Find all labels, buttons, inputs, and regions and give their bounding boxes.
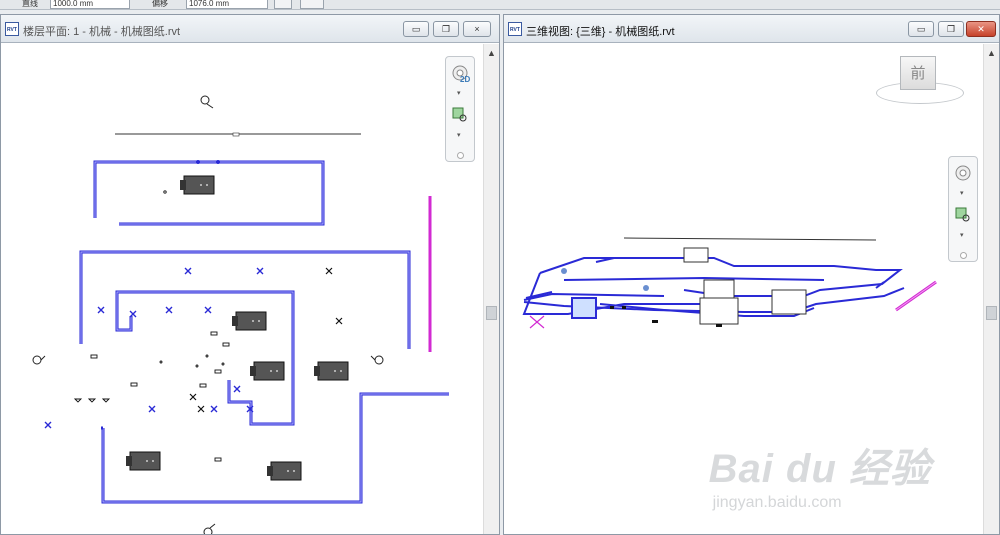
duct-run-lower xyxy=(101,392,449,504)
scroll-up-arrow-icon[interactable]: ▲ xyxy=(984,46,999,60)
floor-plan-drawing xyxy=(32,95,449,534)
rvt-file-icon: RVT xyxy=(508,22,522,36)
equipment-unit-3 xyxy=(250,361,285,381)
chevron-down-icon[interactable]: ▾ xyxy=(457,131,461,139)
equipment-unit-2 xyxy=(232,311,267,331)
navbar-options-dot[interactable] xyxy=(457,152,464,159)
length-field[interactable]: 1000.0 mm xyxy=(50,0,130,9)
3d-view-window[interactable]: RVT 三维视图: {三维} - 机械图纸.rvt ▭ ❐ ✕ 前 ▾ ▾ Ba… xyxy=(503,14,1000,535)
3d-view-canvas[interactable]: 前 ▾ ▾ Bai du 经验 jingyan.baidu.com xyxy=(504,44,983,534)
level-marker xyxy=(200,95,214,109)
options-bar: 直线 1000.0 mm 偏移 1076.0 mm xyxy=(0,0,1000,10)
floor-plan-canvas[interactable]: 2D ▾ ▾ xyxy=(1,44,483,534)
elevation-marker-right xyxy=(370,355,384,365)
minimize-button[interactable]: ▭ xyxy=(403,21,429,37)
options-button-a[interactable] xyxy=(274,0,292,9)
restore-button[interactable]: ❐ xyxy=(433,21,459,37)
navbar-2d-label: 2D xyxy=(460,75,471,84)
equipment-unit-4 xyxy=(314,361,349,381)
minimize-button[interactable]: ▭ xyxy=(908,21,934,37)
chevron-down-icon[interactable]: ▾ xyxy=(457,89,461,97)
3d-view-title-bar[interactable]: RVT 三维视图: {三维} - 机械图纸.rvt ▭ ❐ ✕ xyxy=(504,15,999,43)
options-button-b[interactable] xyxy=(300,0,324,9)
dampers xyxy=(189,267,343,413)
fixtures xyxy=(73,190,230,462)
3d-view-vertical-scrollbar[interactable]: ▲ xyxy=(983,44,999,534)
duct-run-main xyxy=(79,250,411,349)
equipment-unit-6 xyxy=(267,461,302,481)
floor-plan-title: 楼层平面: 1 - 机械 - 机械图纸.rvt xyxy=(23,26,181,38)
3d-view-title: 三维视图: {三维} - 机械图纸.rvt xyxy=(526,26,675,38)
floor-plan-view-window[interactable]: RVT 楼层平面: 1 - 机械 - 机械图纸.rvt ▭ ❐ × 2D ▾ ▾… xyxy=(0,14,500,535)
floor-plan-title-bar[interactable]: RVT 楼层平面: 1 - 机械 - 机械图纸.rvt ▭ ❐ × xyxy=(1,15,499,43)
close-button[interactable]: ✕ xyxy=(966,21,996,37)
scroll-up-arrow-icon[interactable]: ▲ xyxy=(484,46,499,60)
rvt-file-icon: RVT xyxy=(5,22,19,36)
offset-label-a: 直线 xyxy=(22,0,38,8)
offset-field[interactable]: 1076.0 mm xyxy=(186,0,268,9)
close-button[interactable]: × xyxy=(463,21,491,37)
3d-section-marker xyxy=(529,315,545,329)
zoom-region-icon[interactable] xyxy=(450,105,470,125)
elevation-marker-left xyxy=(32,355,46,365)
3d-model-drawing xyxy=(522,237,937,329)
scroll-thumb[interactable] xyxy=(486,306,497,320)
navigation-bar[interactable]: 2D ▾ ▾ xyxy=(445,56,475,162)
duct-run-inner xyxy=(115,290,295,426)
floor-plan-vertical-scrollbar[interactable]: ▲ xyxy=(483,44,499,534)
equipment-unit-1 xyxy=(180,175,215,195)
elevation-marker-bottom xyxy=(203,523,216,534)
offset-label-b: 偏移 xyxy=(152,0,168,8)
restore-button[interactable]: ❐ xyxy=(938,21,964,37)
scroll-thumb[interactable] xyxy=(986,306,997,320)
equipment-unit-5 xyxy=(126,451,161,471)
